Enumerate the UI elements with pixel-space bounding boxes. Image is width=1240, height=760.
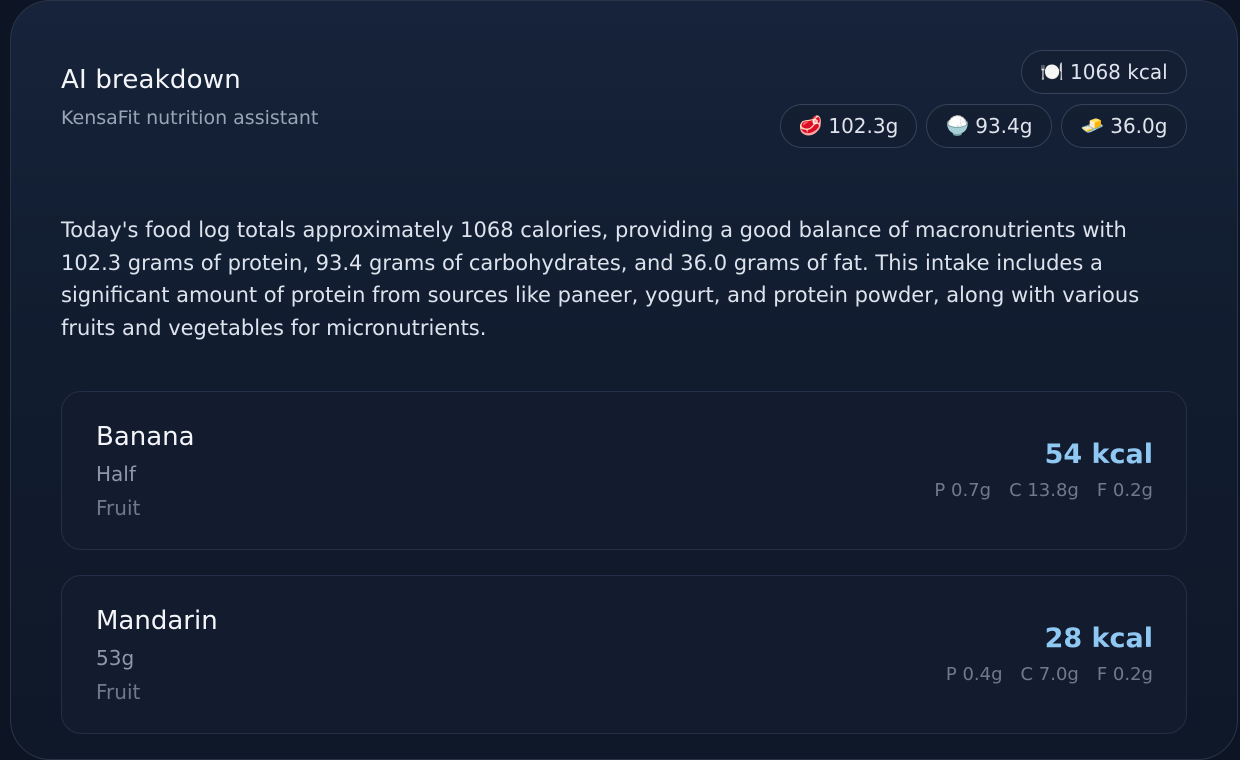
total-protein-value: 102.3g bbox=[828, 114, 899, 138]
food-item-name: Mandarin bbox=[96, 606, 218, 636]
food-item-macros: P 0.4g C 7.0g F 0.2g bbox=[946, 664, 1153, 685]
food-item-category: Fruit bbox=[96, 496, 141, 520]
panel-title: AI breakdown bbox=[61, 65, 241, 95]
food-item-category: Fruit bbox=[96, 680, 141, 704]
food-item-name: Banana bbox=[96, 422, 195, 452]
meat-icon: 🥩 bbox=[798, 114, 823, 137]
food-item-card[interactable]: Mandarin 53g Fruit 28 kcal P 0.4g C 7.0g… bbox=[61, 575, 1187, 734]
total-calories-value: 1068 kcal bbox=[1070, 60, 1168, 84]
butter-icon: 🧈 bbox=[1080, 114, 1105, 137]
food-item-carbs: C 7.0g bbox=[1020, 664, 1079, 685]
total-carbs-value: 93.4g bbox=[975, 114, 1033, 138]
total-fat-badge: 🧈 36.0g bbox=[1061, 104, 1187, 148]
food-item-amount: Half bbox=[96, 462, 136, 486]
total-carbs-badge: 🍚 93.4g bbox=[926, 104, 1052, 148]
panel-subtitle: KensaFit nutrition assistant bbox=[61, 107, 319, 129]
food-item-protein: P 0.7g bbox=[934, 480, 992, 501]
plate-cutlery-icon: 🍽️ bbox=[1040, 60, 1064, 83]
food-item-carbs: C 13.8g bbox=[1009, 480, 1079, 501]
rice-bowl-icon: 🍚 bbox=[945, 114, 970, 137]
food-item-fat: F 0.2g bbox=[1096, 480, 1153, 501]
ai-breakdown-panel: AI breakdown KensaFit nutrition assistan… bbox=[10, 0, 1238, 760]
total-calories-badge: 🍽️ 1068 kcal bbox=[1021, 50, 1187, 94]
ai-summary-text: Today's food log totals approximately 10… bbox=[61, 218, 1140, 340]
food-item-card[interactable]: Banana Half Fruit 54 kcal P 0.7g C 13.8g… bbox=[61, 391, 1187, 550]
food-item-protein: P 0.4g bbox=[945, 664, 1003, 685]
total-fat-value: 36.0g bbox=[1110, 114, 1168, 138]
food-item-amount: 53g bbox=[96, 646, 135, 670]
food-item-macros: P 0.7g C 13.8g F 0.2g bbox=[934, 480, 1153, 501]
total-protein-badge: 🥩 102.3g bbox=[780, 104, 917, 148]
food-item-calories: 28 kcal bbox=[1044, 623, 1153, 654]
food-item-fat: F 0.2g bbox=[1096, 664, 1153, 685]
food-item-calories: 54 kcal bbox=[1044, 439, 1153, 470]
